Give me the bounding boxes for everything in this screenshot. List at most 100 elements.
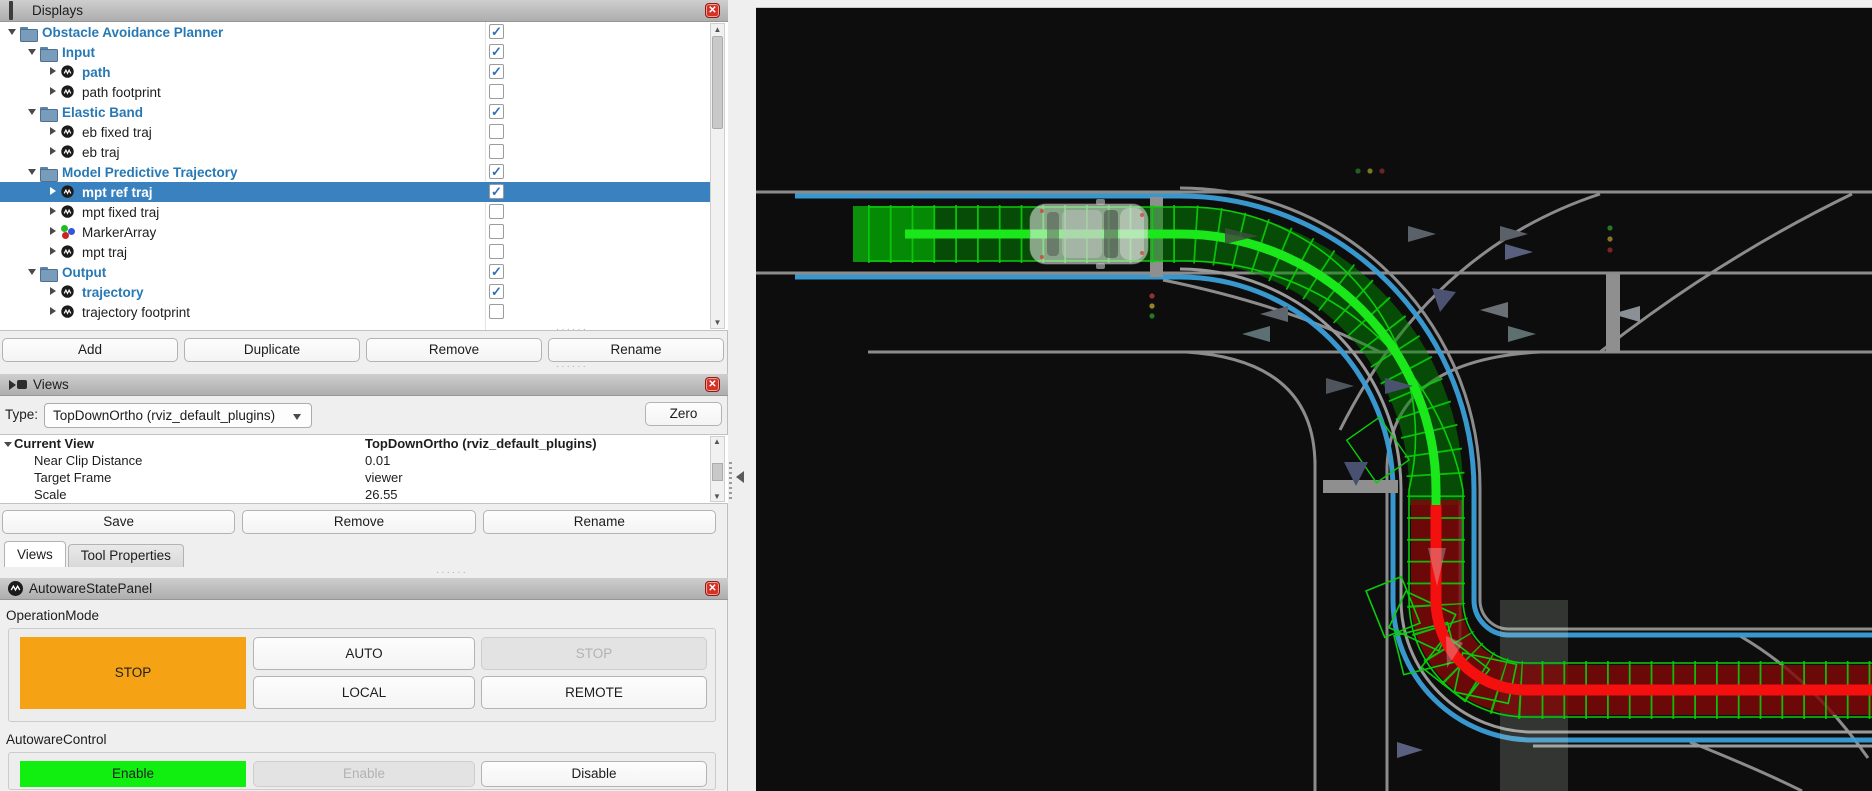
auto-button[interactable]: AUTO: [253, 637, 475, 670]
property-name: Current View: [0, 436, 365, 451]
splitter-dots[interactable]: ······: [436, 567, 468, 578]
close-icon[interactable]: ✕: [705, 581, 720, 596]
add-button[interactable]: Add: [2, 338, 178, 362]
tree-item-label: mpt fixed traj: [82, 205, 159, 220]
tree-row[interactable]: Output✓: [0, 262, 710, 282]
displays-panel-header[interactable]: Displays ✕: [0, 0, 728, 22]
checkbox[interactable]: [489, 224, 504, 239]
autoware-panel-title: AutowareStatePanel: [29, 581, 152, 596]
autoware-icon: [60, 125, 78, 140]
trajectory-footprints: [868, 207, 1872, 717]
displays-buttons: Add Duplicate Remove Rename: [2, 338, 724, 362]
tree-row[interactable]: mpt ref traj✓: [0, 182, 710, 202]
scroll-down-icon[interactable]: ▼: [713, 492, 721, 501]
left-panel: Displays ✕ Obstacle Avoidance Planner✓In…: [0, 0, 728, 791]
chevron-down-icon: [293, 414, 301, 420]
checkbox[interactable]: [489, 204, 504, 219]
scroll-up-icon[interactable]: ▲: [713, 437, 721, 446]
property-name: Near Clip Distance: [0, 453, 365, 468]
tree-row[interactable]: eb fixed traj: [0, 122, 710, 142]
tree-row[interactable]: Elastic Band✓: [0, 102, 710, 122]
tree-row[interactable]: Input✓: [0, 42, 710, 62]
scrollbar-thumb[interactable]: [712, 463, 723, 481]
tree-row[interactable]: Obstacle Avoidance Planner ✓: [0, 22, 710, 42]
scroll-down-icon[interactable]: ▼: [711, 317, 724, 328]
duplicate-button[interactable]: Duplicate: [184, 338, 360, 362]
checkbox[interactable]: ✓: [489, 24, 504, 39]
tree-row[interactable]: mpt fixed traj: [0, 202, 710, 222]
property-row[interactable]: Near Clip Distance0.01: [0, 452, 728, 469]
tab-tool-properties[interactable]: Tool Properties: [68, 544, 184, 567]
tree-row[interactable]: path footprint: [0, 82, 710, 102]
ego-vehicle: [1030, 199, 1148, 269]
views-panel-header[interactable]: Views ✕: [0, 374, 728, 396]
remove-button[interactable]: Remove: [366, 338, 542, 362]
bottom-tabs: Views Tool Properties: [4, 541, 184, 567]
rename-button[interactable]: Rename: [548, 338, 724, 362]
checkbox[interactable]: [489, 84, 504, 99]
checkbox[interactable]: ✓: [489, 104, 504, 119]
tree-row[interactable]: path✓: [0, 62, 710, 82]
splitter-dots[interactable]: ······: [556, 324, 588, 335]
tab-views[interactable]: Views: [4, 541, 66, 567]
tree-item-label: mpt traj: [82, 245, 127, 260]
zero-button[interactable]: Zero: [645, 402, 722, 426]
marker-icon: [60, 225, 78, 240]
tree-row[interactable]: mpt traj: [0, 242, 710, 262]
property-value: 26.55: [365, 487, 398, 502]
folder-icon: [40, 45, 58, 60]
view-type-dropdown[interactable]: TopDownOrtho (rviz_default_plugins): [44, 403, 312, 428]
property-name: Scale: [0, 487, 365, 502]
checkbox[interactable]: [489, 244, 504, 259]
property-value: 0.01: [365, 453, 390, 468]
scroll-up-icon[interactable]: ▲: [711, 24, 724, 35]
local-button[interactable]: LOCAL: [253, 676, 475, 709]
property-row[interactable]: Target Frameviewer: [0, 469, 728, 486]
displays-tree[interactable]: Obstacle Avoidance Planner✓Input✓path✓pa…: [0, 22, 728, 331]
view-properties-table[interactable]: Current ViewTopDownOrtho (rviz_default_p…: [0, 434, 728, 504]
checkbox[interactable]: [489, 304, 504, 319]
checkbox[interactable]: ✓: [489, 44, 504, 59]
property-row[interactable]: Scale26.55: [0, 486, 728, 503]
checkbox[interactable]: ✓: [489, 64, 504, 79]
scrollbar-thumb[interactable]: [712, 36, 723, 129]
autoware-control-label: AutowareControl: [6, 732, 107, 747]
checkbox[interactable]: ✓: [489, 264, 504, 279]
checkbox[interactable]: ✓: [489, 284, 504, 299]
panel-splitter[interactable]: [728, 0, 756, 791]
checkbox[interactable]: [489, 144, 504, 159]
close-icon[interactable]: ✕: [705, 3, 720, 18]
close-icon[interactable]: ✕: [705, 377, 720, 392]
checkbox[interactable]: ✓: [489, 184, 504, 199]
disable-button[interactable]: Disable: [481, 761, 707, 787]
splitter-dots[interactable]: ······: [556, 361, 588, 372]
save-button[interactable]: Save: [2, 510, 235, 534]
autoware-icon: [60, 285, 78, 300]
3d-viewport[interactable]: [756, 0, 1872, 791]
collapse-panel-icon[interactable]: [736, 471, 744, 483]
autoware-icon: [60, 305, 78, 320]
views-icon: [9, 380, 27, 390]
properties-scrollbar[interactable]: ▲ ▼: [710, 436, 725, 502]
operation-mode-label: OperationMode: [6, 608, 99, 623]
tree-scrollbar[interactable]: ▲ ▼: [710, 23, 725, 329]
tree-item-label: MarkerArray: [82, 225, 156, 240]
tree-row[interactable]: trajectory footprint: [0, 302, 710, 322]
property-row[interactable]: Current ViewTopDownOrtho (rviz_default_p…: [0, 435, 728, 452]
tree-row[interactable]: Model Predictive Trajectory ✓: [0, 162, 710, 182]
tree-item-label: Model Predictive Trajectory: [62, 165, 238, 180]
tree-row[interactable]: eb traj: [0, 142, 710, 162]
remove-view-button[interactable]: Remove: [242, 510, 475, 534]
checkbox[interactable]: [489, 124, 504, 139]
checkbox[interactable]: ✓: [489, 164, 504, 179]
splitter-grip[interactable]: [729, 462, 732, 500]
tree-row[interactable]: MarkerArray: [0, 222, 710, 242]
views-panel-title: Views: [33, 377, 69, 392]
autoware-state-panel-header[interactable]: AutowareStatePanel ✕: [0, 578, 728, 600]
tree-item-label: Obstacle Avoidance Planner: [42, 25, 223, 40]
tree-item-label: trajectory footprint: [82, 305, 190, 320]
folder-icon: [40, 265, 58, 280]
rename-view-button[interactable]: Rename: [483, 510, 716, 534]
remote-button[interactable]: REMOTE: [481, 676, 707, 709]
tree-row[interactable]: trajectory✓: [0, 282, 710, 302]
